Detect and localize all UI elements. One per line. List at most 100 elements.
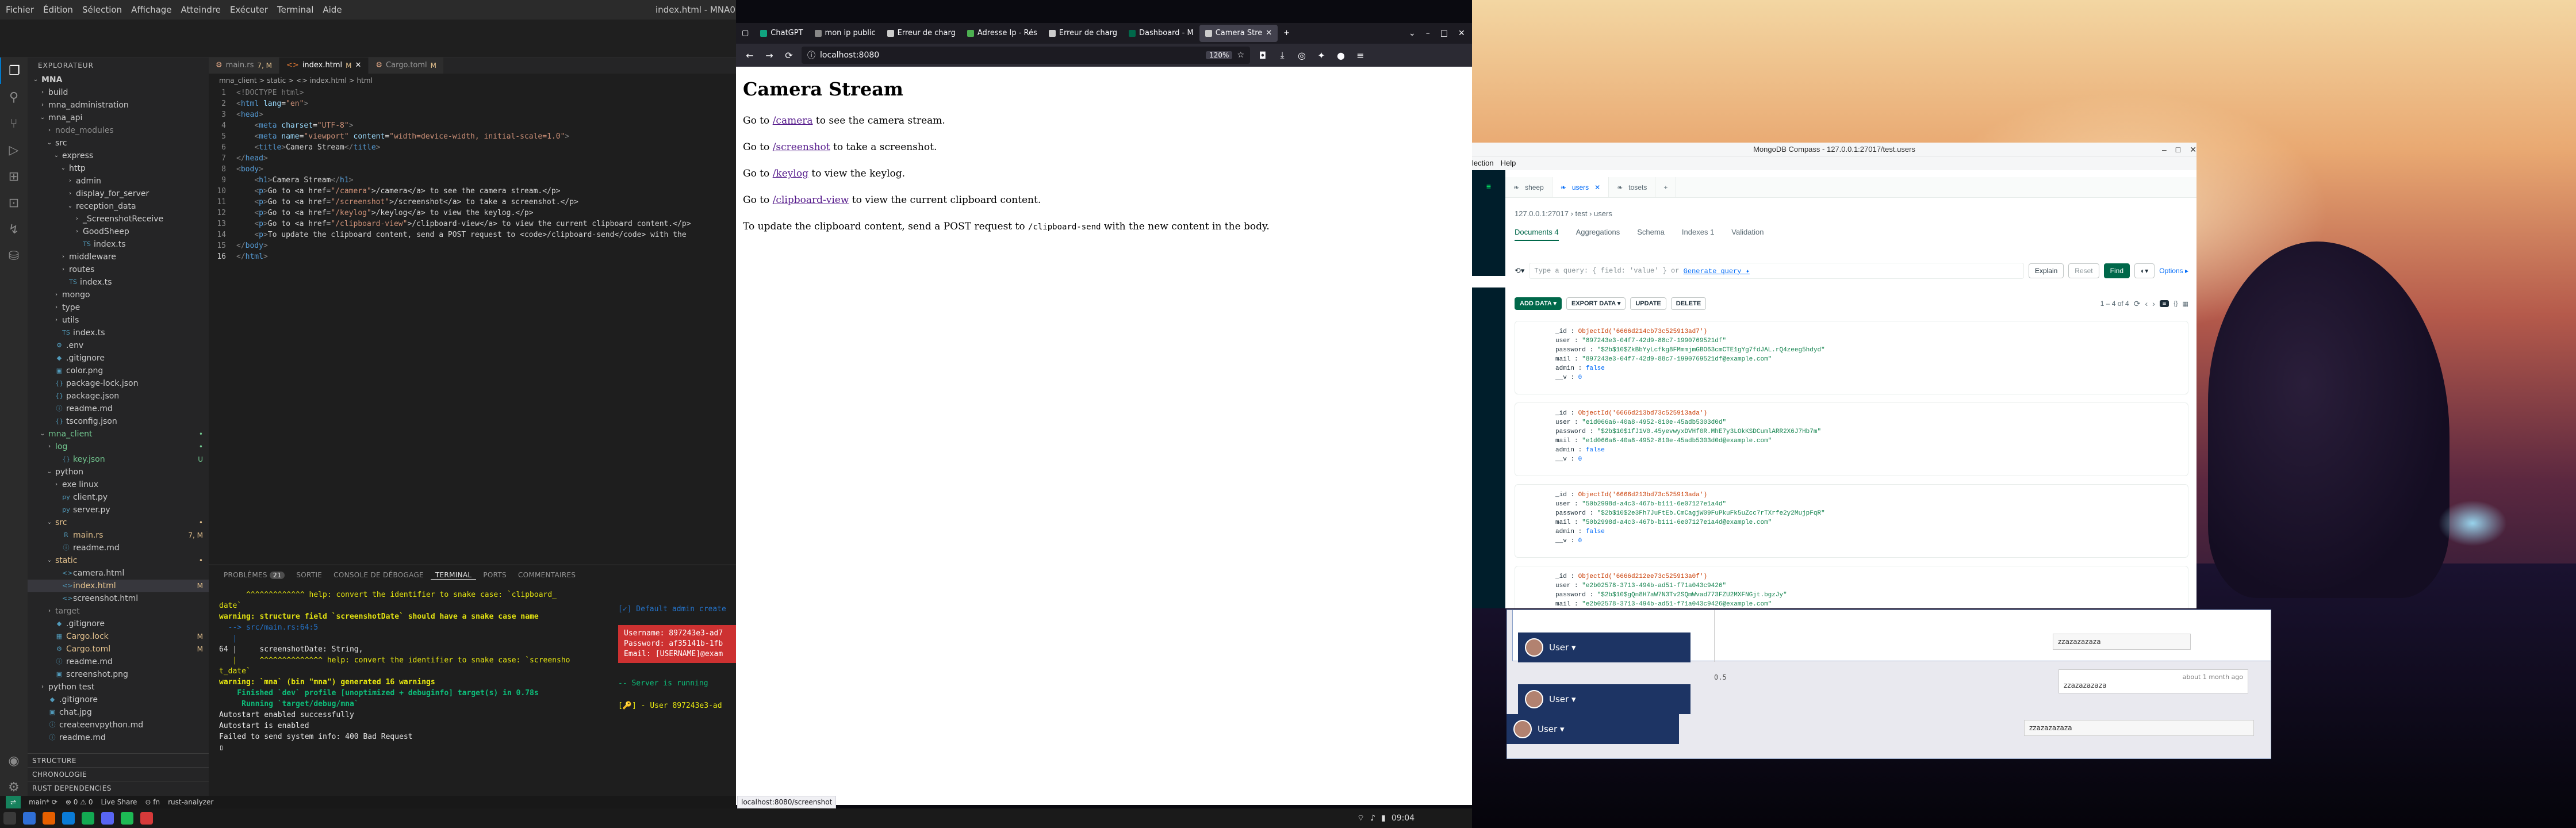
file-item[interactable]: ⓘ readme.md [28, 731, 209, 744]
menu-item[interactable]: Exécuter [225, 0, 273, 20]
code-line[interactable]: 1 <!DOCTYPE html> [209, 87, 736, 98]
code-editor[interactable]: 1 <!DOCTYPE html> 2 <html lang="en"> 3 <head>… [209, 87, 736, 565]
file-item[interactable]: ◆ .gitignore [28, 693, 209, 706]
file-item[interactable]: <> camera.html [28, 567, 209, 580]
file-item[interactable]: py server.py [28, 504, 209, 516]
file-item[interactable]: ▣ color.png [28, 365, 209, 377]
folder-item[interactable]: › admin [28, 175, 209, 187]
git-branch[interactable]: main* ⟳ [29, 796, 57, 808]
folder-item[interactable]: ⌄ mna_api [28, 112, 209, 124]
folder-item[interactable]: › exe linux [28, 478, 209, 491]
file-item[interactable]: ⓘ readme.md [28, 402, 209, 415]
folder-item[interactable]: › _ScreenshotReceive [28, 213, 209, 225]
explorer-icon[interactable]: ❐ [0, 57, 28, 84]
file-item[interactable]: py client.py [28, 491, 209, 504]
close-icon[interactable]: ✕ [355, 57, 361, 74]
tab-list-icon[interactable]: ⌄ [1409, 23, 1416, 44]
folder-item[interactable]: › node_modules [28, 124, 209, 137]
refresh-icon[interactable]: ⟳ [2134, 299, 2141, 309]
terminal-output[interactable]: ^^^^^^^^^^^^^ help: convert the identifi… [209, 585, 600, 753]
browser-tab[interactable]: Erreur de charg [881, 25, 961, 42]
live-share-status[interactable]: Live Share [101, 796, 137, 808]
folder-item[interactable]: › GoodSheep [28, 225, 209, 238]
document-card[interactable]: _id : ObjectId('6666d214cb73c525913ad7')… [1515, 321, 2188, 394]
tab-documents[interactable]: Documents 4 [1515, 228, 1559, 241]
folder-item[interactable]: ⌄ reception_data [28, 200, 209, 213]
find-button[interactable]: Find [2103, 263, 2130, 278]
extensions-icon[interactable]: ✦ [1314, 50, 1328, 61]
folder-item[interactable]: ⌄ static • [28, 554, 209, 567]
menu-item[interactable]: Affichage [126, 0, 176, 20]
files-icon[interactable] [23, 812, 36, 825]
tab-sheep[interactable]: ❧ sheep [1505, 177, 1552, 197]
file-item[interactable]: TS index.ts [28, 238, 209, 251]
folder-item[interactable]: › routes [28, 263, 209, 276]
list-view-icon[interactable]: ≡ [2159, 300, 2169, 307]
menu-item[interactable]: Aide [318, 0, 346, 20]
file-item[interactable]: <> screenshot.html [28, 592, 209, 605]
tab-overview-icon[interactable]: ▢ [736, 25, 754, 42]
account-icon[interactable]: ◎ [1295, 50, 1309, 61]
downloads-icon[interactable]: ⤓ [1275, 49, 1289, 61]
file-item[interactable]: TS index.ts [28, 327, 209, 339]
folder-item[interactable]: › log • [28, 440, 209, 453]
code-line[interactable]: 3 <head> [209, 109, 736, 120]
add-data-button[interactable]: ADD DATA ▾ [1515, 297, 1562, 310]
code-line[interactable]: 9 <h1>Camera Stream</h1> [209, 175, 736, 186]
firefox-icon[interactable] [43, 812, 55, 825]
file-item[interactable]: ⓘ createenvpython.md [28, 719, 209, 731]
folder-item[interactable]: › build [28, 86, 209, 99]
remote-icon[interactable]: ⊡ [0, 190, 28, 216]
user-menu-row[interactable]: User ▾ [1518, 632, 1690, 662]
user-menu-row[interactable]: User ▾ [1506, 714, 1679, 744]
folder-item[interactable]: › display_for_server [28, 187, 209, 200]
close-icon[interactable]: ✕ [1594, 177, 1600, 197]
file-item[interactable]: ⚙ Cargo.toml M [28, 643, 209, 656]
export-data-button[interactable]: EXPORT DATA ▾ [1566, 297, 1626, 310]
code-line[interactable]: 10 <p>Go to <a href="/camera">/camera</a… [209, 186, 736, 197]
folder-item[interactable]: › python test [28, 681, 209, 693]
code-line[interactable]: 14 <p>To update the clipboard content, s… [209, 229, 736, 240]
folder-item[interactable]: › target [28, 605, 209, 618]
close-icon[interactable]: ✕ [1458, 23, 1465, 44]
file-item[interactable]: ⚙ .env [28, 339, 209, 352]
editor-tab[interactable]: ⚙ main.rs 7, M [209, 57, 280, 74]
file-item[interactable]: ◆ .gitignore [28, 352, 209, 365]
search-icon[interactable]: ⚲ [0, 84, 28, 110]
update-button[interactable]: UPDATE [1630, 297, 1666, 310]
code-line[interactable]: 11 <p>Go to <a href="/screenshot">/scree… [209, 197, 736, 208]
query-input[interactable]: Type a query: { field: 'value' } or Gene… [1529, 263, 2024, 279]
forward-icon[interactable]: → [762, 50, 776, 61]
maximize-icon[interactable]: □ [1440, 23, 1448, 44]
battery-icon[interactable]: ▮ [1381, 808, 1386, 828]
json-view-icon[interactable]: {} [2174, 300, 2178, 307]
app-launcher-icon[interactable] [3, 812, 16, 825]
live-share-icon[interactable]: ↯ [0, 216, 28, 243]
next-page-icon[interactable]: › [2152, 299, 2155, 308]
section-structure[interactable]: STRUCTURE [28, 753, 209, 767]
browser-tab[interactable]: Erreur de charg [1043, 25, 1123, 42]
folder-item[interactable]: ⌄ src • [28, 516, 209, 529]
menu-item[interactable]: Terminal [273, 0, 318, 20]
pocket-icon[interactable]: ◘ [1256, 50, 1270, 61]
browser-tab[interactable]: mon ip public [809, 25, 881, 42]
file-item[interactable]: ▦ Cargo.lock M [28, 630, 209, 643]
vscode-icon[interactable] [62, 812, 75, 825]
zoom-indicator[interactable]: 120% [1206, 51, 1233, 59]
source-control-icon[interactable]: ⑂ [0, 110, 28, 137]
user-menu-row[interactable]: User ▾ [1518, 684, 1690, 714]
file-item[interactable]: Rmain.rs 7, M [28, 529, 209, 542]
folder-item[interactable]: › type [28, 301, 209, 314]
rust-analyzer-status[interactable]: rust-analyzer [168, 796, 213, 808]
mongodb-icon[interactable] [82, 812, 94, 825]
file-item[interactable]: TS index.ts [28, 276, 209, 289]
page-link[interactable]: /screenshot [773, 141, 830, 153]
menu-item[interactable]: Help [1501, 156, 1516, 170]
network-icon[interactable]: ⌔ [1357, 808, 1364, 828]
folder-item[interactable]: ⌄ MNA [28, 74, 209, 86]
sidebar-search-input[interactable] [1472, 276, 1505, 288]
page-link[interactable]: /keylog [773, 168, 808, 179]
code-line[interactable]: 16 </html> [209, 251, 736, 262]
folder-item[interactable]: › utils [28, 314, 209, 327]
sidebar-toggle-icon[interactable]: ≡ [1472, 182, 1505, 191]
